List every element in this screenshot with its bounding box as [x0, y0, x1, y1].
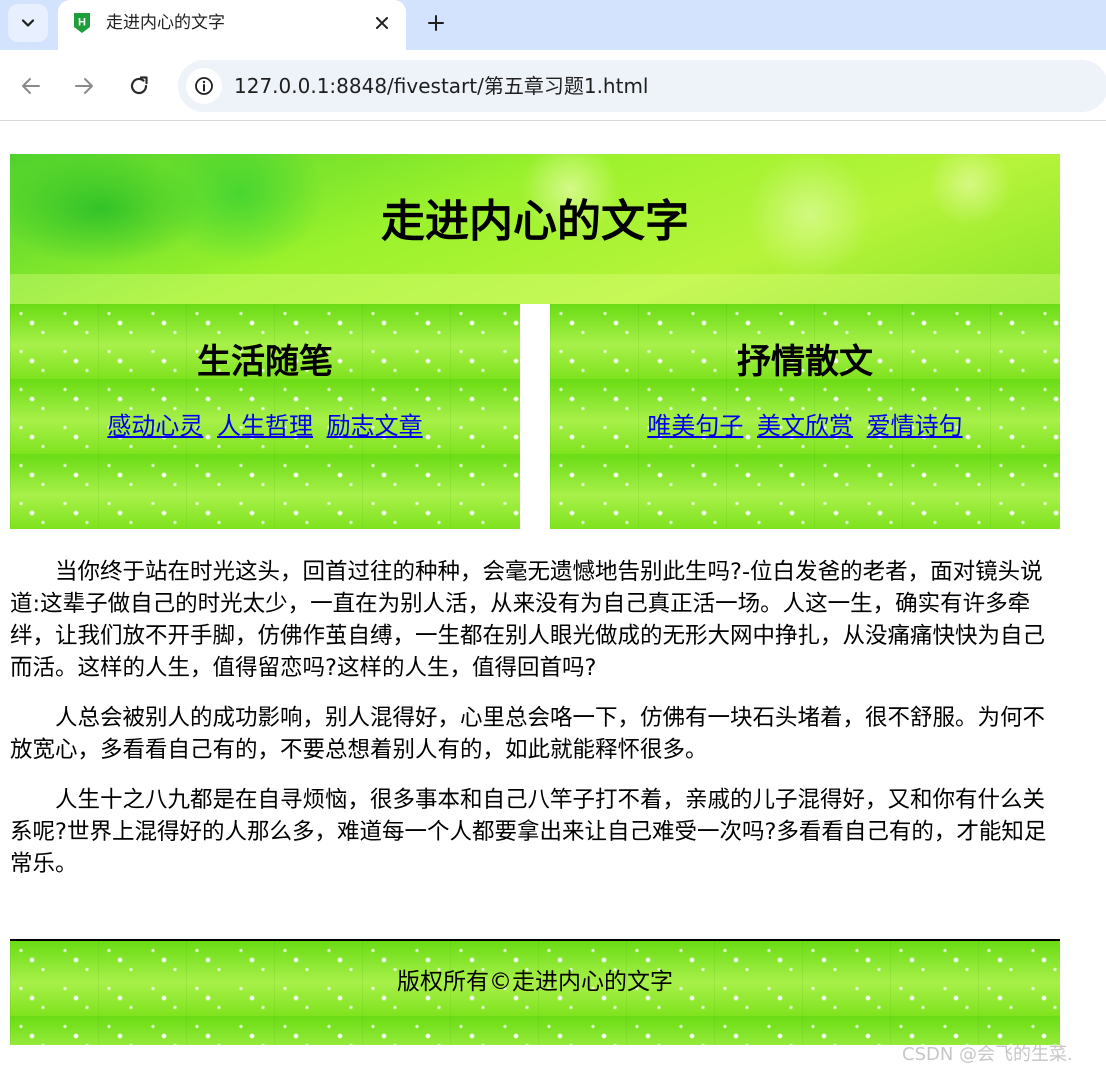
tab-title: 走进内心的文字	[106, 13, 225, 33]
link-love-poems[interactable]: 爱情诗句	[867, 412, 963, 440]
reload-button[interactable]	[123, 70, 155, 102]
copyright-text: 版权所有©走进内心的文字	[397, 969, 673, 995]
plus-icon	[428, 15, 444, 31]
header-light-band	[10, 274, 1060, 304]
arrow-right-icon	[75, 78, 93, 94]
active-tab[interactable]: H 走进内心的文字	[58, 0, 406, 50]
info-icon	[195, 77, 213, 95]
panel-links: 唯美句子 美文欣赏 爱情诗句	[550, 411, 1060, 441]
address-bar[interactable]: 127.0.0.1:8848/fivestart/第五章习题1.html	[178, 60, 1106, 112]
link-beautiful-sentences[interactable]: 唯美句子	[647, 412, 743, 440]
hbuilder-favicon-icon: H	[74, 13, 90, 33]
panel-title: 生活随笔	[197, 342, 333, 382]
panel-links: 感动心灵 人生哲理 励志文章	[10, 411, 520, 441]
article-paragraph: 当你终于站在时光这头，回首过往的种种，会毫无遗憾地告别此生吗?-位白发爸的老者，…	[10, 559, 1046, 681]
chevron-down-icon	[21, 19, 35, 27]
page-title: 走进内心的文字	[381, 196, 689, 247]
link-inspirational-articles[interactable]: 励志文章	[327, 412, 423, 440]
article-body: 当你终于站在时光这头，回首过往的种种，会毫无遗憾地告别此生吗?-位白发爸的老者，…	[10, 556, 1050, 898]
close-icon	[376, 17, 388, 29]
svg-text:H: H	[78, 17, 86, 29]
panel-life-essays: 生活随笔 感动心灵 人生哲理 励志文章	[10, 304, 520, 529]
csdn-watermark: CSDN @会飞的生菜.	[902, 1044, 1073, 1065]
link-essay-appreciation[interactable]: 美文欣赏	[757, 412, 853, 440]
panel-lyrical-prose: 抒情散文 唯美句子 美文欣赏 爱情诗句	[550, 304, 1060, 529]
new-tab-button[interactable]	[421, 8, 451, 38]
forward-button[interactable]	[68, 70, 100, 102]
link-touching-soul[interactable]: 感动心灵	[107, 412, 203, 440]
article-paragraph: 人生十之八九都是在自寻烦恼，很多事本和自己八竿子打不着，亲戚的儿子混得好，又和你…	[10, 787, 1047, 877]
tab-search-button[interactable]	[8, 4, 48, 42]
browser-tab-bar: H 走进内心的文字	[0, 0, 1106, 50]
article-paragraph: 人总会被别人的成功影响，别人混得好，心里总会咯一下，仿佛有一块石头堵着，很不舒服…	[10, 705, 1046, 763]
page-viewport: 走进内心的文字 生活随笔 感动心灵 人生哲理 励志文章 抒情散文 唯美句子 美文…	[0, 122, 1106, 1075]
url-text[interactable]: 127.0.0.1:8848/fivestart/第五章习题1.html	[234, 73, 649, 99]
back-button[interactable]	[15, 70, 47, 102]
link-life-philosophy[interactable]: 人生哲理	[217, 412, 313, 440]
close-tab-button[interactable]	[370, 11, 394, 35]
browser-toolbar: 127.0.0.1:8848/fivestart/第五章习题1.html	[0, 50, 1106, 121]
reload-icon	[130, 76, 148, 95]
page-footer: 版权所有©走进内心的文字	[10, 939, 1060, 1045]
site-info-button[interactable]	[186, 68, 222, 104]
panel-title: 抒情散文	[737, 342, 873, 382]
page-header-banner: 走进内心的文字	[10, 154, 1060, 304]
arrow-left-icon	[22, 78, 40, 94]
